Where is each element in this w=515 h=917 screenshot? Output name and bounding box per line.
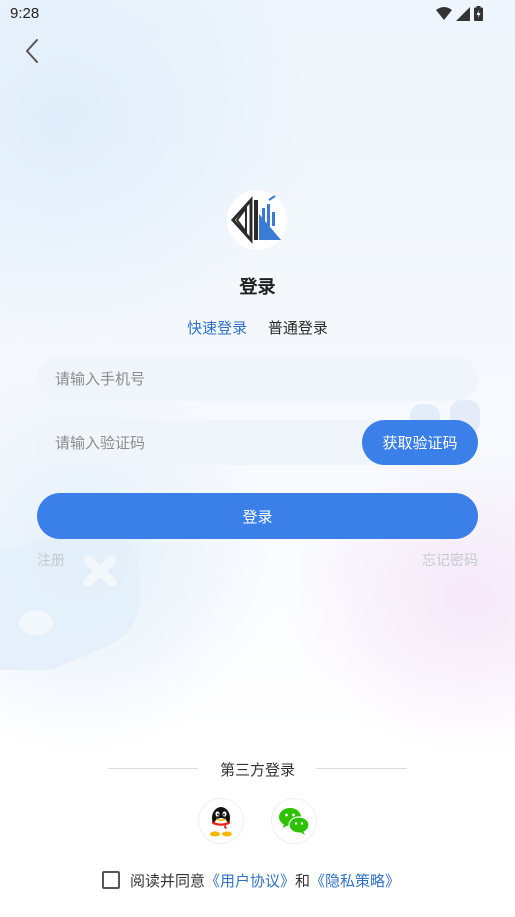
tab-quick-login[interactable]: 快速登录 [187, 317, 247, 338]
agreement-prefix: 阅读并同意 [130, 871, 206, 890]
app-logo [227, 190, 287, 250]
wifi-icon [436, 6, 452, 20]
page-title: 登录 [239, 277, 276, 298]
chevron-left-icon [26, 39, 38, 63]
battery-icon [474, 6, 483, 21]
verification-code-input[interactable] [37, 420, 355, 465]
signal-icon [456, 6, 470, 21]
get-code-button[interactable]: 获取验证码 [362, 420, 478, 465]
third-party-label: 第三方登录 [219, 761, 295, 779]
logo-icon [230, 195, 281, 244]
wechat-icon [279, 808, 310, 835]
agreement-row: 阅读并同意 《用户协议》 和 《隐私策略》 [102, 869, 400, 891]
status-bar: 9:28 [0, 0, 515, 28]
back-button[interactable] [20, 36, 46, 66]
wechat-login-button[interactable] [272, 799, 316, 843]
status-icons [436, 6, 483, 21]
code-field-container: 获取验证码 [37, 420, 478, 465]
divider-line-right [316, 768, 407, 769]
privacy-policy-link[interactable]: 《隐私策略》 [310, 870, 400, 891]
qq-icon [210, 807, 232, 837]
status-time: 9:28 [10, 5, 40, 22]
forgot-password-link[interactable]: 忘记密码 [422, 550, 478, 570]
agreement-checkbox[interactable] [102, 871, 120, 889]
login-tabs: 快速登录 普通登录 [0, 317, 515, 338]
third-party-login-divider: 第三方登录 [0, 759, 515, 779]
tab-normal-login[interactable]: 普通登录 [268, 317, 328, 338]
phone-input[interactable] [37, 356, 355, 401]
qq-login-button[interactable] [199, 799, 243, 843]
agreement-conjunction: 和 [295, 871, 311, 890]
user-agreement-link[interactable]: 《用户协议》 [205, 870, 295, 891]
phone-field-container [37, 356, 478, 401]
register-link[interactable]: 注册 [37, 550, 65, 570]
login-button[interactable]: 登录 [37, 493, 478, 539]
